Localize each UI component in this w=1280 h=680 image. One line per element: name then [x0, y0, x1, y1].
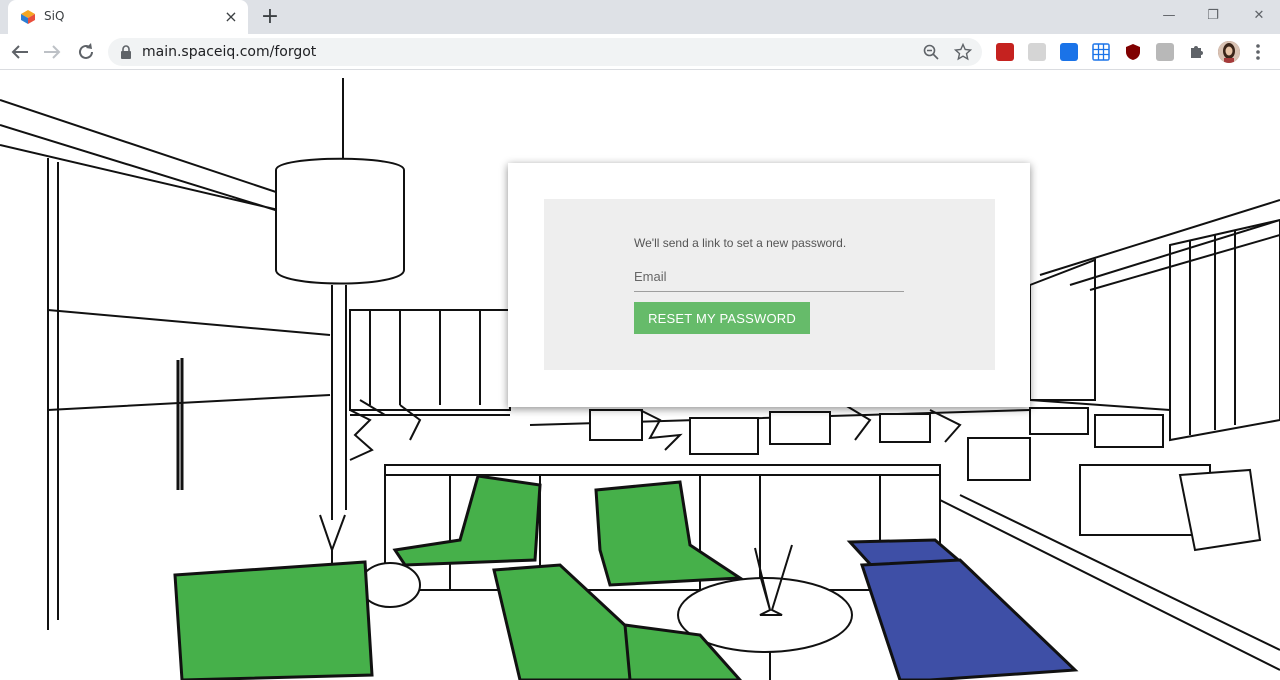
- browser-toolbar: main.spaceiq.com/forgot: [0, 34, 1280, 70]
- menu-dots-icon[interactable]: [1252, 42, 1264, 62]
- page-content: We'll send a link to set a new password.…: [0, 70, 1280, 680]
- tab-close-icon[interactable]: ×: [222, 8, 240, 26]
- browser-tabstrip: SiQ × + — ❐ ✕: [0, 0, 1280, 34]
- browser-tab[interactable]: SiQ ×: [8, 0, 248, 34]
- image-extension-icon[interactable]: [1156, 43, 1174, 61]
- pdf-extension-icon[interactable]: [996, 43, 1014, 61]
- forward-arrow-icon[interactable]: [40, 40, 64, 64]
- ublock-extension-icon[interactable]: [1124, 43, 1142, 61]
- minimize-button[interactable]: —: [1154, 6, 1184, 26]
- restore-button[interactable]: ❐: [1198, 6, 1228, 26]
- email-field-wrapper: [634, 263, 904, 292]
- puzzle-extension-icon[interactable]: [1188, 43, 1206, 61]
- helper-text: We'll send a link to set a new password.: [634, 236, 847, 250]
- reader-extension-icon[interactable]: [1028, 43, 1046, 61]
- siq-favicon-icon: [21, 10, 35, 24]
- translate-extension-icon[interactable]: [1060, 43, 1078, 61]
- star-icon[interactable]: [954, 43, 972, 61]
- back-arrow-icon[interactable]: [8, 40, 32, 64]
- avatar-image: [1218, 41, 1240, 63]
- reset-password-card: We'll send a link to set a new password.…: [508, 163, 1030, 407]
- grid-extension-icon[interactable]: [1092, 43, 1110, 61]
- window-close-button[interactable]: ✕: [1244, 6, 1274, 26]
- profile-avatar[interactable]: [1218, 41, 1240, 63]
- new-tab-button[interactable]: +: [258, 5, 282, 29]
- reload-icon[interactable]: [74, 40, 98, 64]
- zoom-icon[interactable]: [922, 43, 940, 61]
- form-panel: We'll send a link to set a new password.…: [544, 199, 995, 370]
- lock-icon: [121, 45, 131, 59]
- email-input[interactable]: [634, 263, 904, 289]
- tab-title: SiQ: [44, 9, 65, 23]
- address-bar[interactable]: main.spaceiq.com/forgot: [108, 38, 982, 66]
- reset-password-button[interactable]: RESET MY PASSWORD: [634, 302, 810, 334]
- url-text: main.spaceiq.com/forgot: [142, 44, 317, 60]
